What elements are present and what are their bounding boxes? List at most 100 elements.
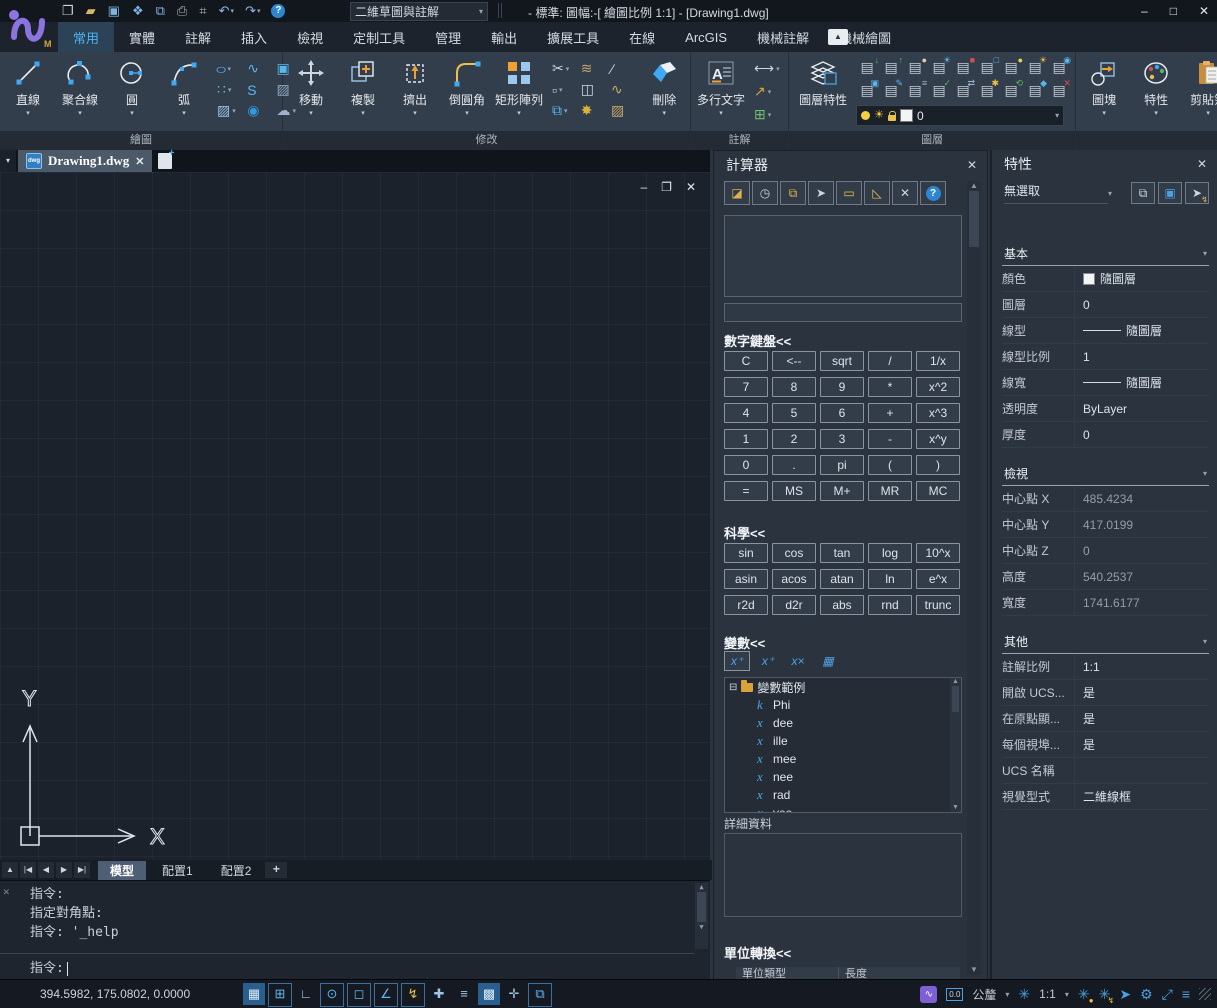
copy-button[interactable]: 複製 ▾	[338, 54, 388, 117]
workspace-dropdown[interactable]: 二維草圖與註解 ▾	[350, 2, 488, 21]
print-icon[interactable]: ⎙	[177, 0, 188, 22]
ribbon-tab[interactable]: 擴展工具	[532, 22, 614, 52]
calculator-function-key[interactable]: acos	[772, 569, 816, 589]
variables-section-header[interactable]: 變數<<	[724, 633, 765, 652]
calculator-key[interactable]: 7	[724, 377, 768, 397]
layer-delete-icon[interactable]: ▤ ✕	[1048, 80, 1070, 101]
rectangular-array-button[interactable]: 矩形陣列 ▾	[494, 54, 544, 117]
numpad-section-header[interactable]: 數字鍵盤<<	[724, 331, 791, 350]
scrollbar-thumb[interactable]	[969, 191, 979, 247]
calculator-key[interactable]: x^y	[916, 429, 960, 449]
edit-polyline-icon[interactable]: ∿	[611, 81, 633, 98]
calculator-function-key[interactable]: ln	[868, 569, 912, 589]
osnap-tracking-icon[interactable]: ∠	[374, 983, 398, 1007]
layout-tab[interactable]: 配置2	[209, 861, 264, 880]
multiple-points-icon[interactable]: ∷ ▾	[217, 81, 239, 98]
help-icon[interactable]: ?	[920, 181, 946, 205]
calculator-key[interactable]: =	[724, 481, 768, 501]
calculator-function-key[interactable]: r2d	[724, 595, 768, 615]
calculator-key[interactable]: /	[868, 351, 912, 371]
grid-icon[interactable]: ⊞	[268, 983, 292, 1007]
status-menu-icon[interactable]: ≡	[1182, 986, 1190, 1002]
layout-nav-button[interactable]: |◀	[20, 862, 36, 878]
new-variable-icon[interactable]: x⁺	[724, 651, 750, 671]
properties-button[interactable]: 特性 ▾	[1131, 54, 1181, 117]
hatch-icon[interactable]: ▨ ▾	[217, 102, 239, 119]
ribbon-tab[interactable]: 插入	[226, 22, 282, 52]
section-header-misc[interactable]: 其他 ▾	[1002, 630, 1209, 654]
calculator-key[interactable]: C	[724, 351, 768, 371]
calculator-function-key[interactable]: tan	[820, 543, 864, 563]
layer-freeze-icon[interactable]: ▤ ☀	[928, 57, 950, 78]
table-icon[interactable]: ⊞ ▾	[754, 106, 783, 123]
close-icon[interactable]: ✕	[1197, 157, 1207, 171]
open-folder-icon[interactable]: ▰	[86, 0, 97, 22]
ribbon-tab[interactable]: 常用	[58, 22, 114, 52]
annotation-visibility-icon[interactable]: ✳●	[1078, 986, 1090, 1003]
rad[interactable]: x rad	[725, 786, 961, 804]
ribbon-tab[interactable]: 定制工具	[338, 22, 420, 52]
calculator-function-key[interactable]: abs	[820, 595, 864, 615]
polar-tracking-icon[interactable]: ⊙	[320, 983, 344, 1007]
dee[interactable]: x dee	[725, 714, 961, 732]
close-icon[interactable]: ✕	[135, 155, 144, 168]
arc-button[interactable]: 弧 ▾	[159, 54, 209, 117]
calculator-function-key[interactable]: d2r	[772, 595, 816, 615]
calculator-key[interactable]: 1/x	[916, 351, 960, 371]
scroll-down-icon[interactable]: ▼	[950, 804, 961, 811]
calculator-function-key[interactable]: e^x	[916, 569, 960, 589]
spline-icon[interactable]: S	[247, 81, 268, 98]
dynamic-input-icon[interactable]: ↯	[401, 983, 425, 1007]
ribbon-tab[interactable]: 機械註解	[742, 22, 824, 52]
tree-collapse-icon[interactable]: ⊟	[729, 682, 737, 693]
clear-icon[interactable]: ◪	[724, 181, 750, 205]
calculator-key[interactable]: MR	[868, 481, 912, 501]
mee[interactable]: x mee	[725, 750, 961, 768]
scroll-down-icon[interactable]: ▼	[699, 923, 703, 931]
calculator-input-field[interactable]	[724, 303, 962, 322]
ribbon-tab[interactable]: ArcGIS	[670, 22, 742, 52]
command-scrollbar[interactable]: ▲ ▼	[695, 883, 708, 949]
scrollbar-thumb[interactable]	[952, 686, 959, 712]
leader-icon[interactable]: ↗ ▾	[754, 83, 783, 100]
annotation-scale-label[interactable]: 1:1	[1039, 987, 1056, 1001]
offset-icon[interactable]: ≋	[581, 60, 603, 77]
layer-match-icon[interactable]: ▤ ▣	[856, 80, 878, 101]
chevron-down-icon[interactable]: ▾	[1005, 990, 1009, 999]
layer-copy-icon[interactable]: ▤ ⇄	[952, 80, 974, 101]
copy-nested-icon[interactable]: ⧉ ▾	[552, 102, 573, 119]
intersection-icon[interactable]: ✕	[892, 181, 918, 205]
layout-tab[interactable]: 配置1	[150, 861, 205, 880]
calculator-key[interactable]: x^3	[916, 403, 960, 423]
layer-isolate-icon[interactable]: ▤ ↓	[856, 57, 878, 78]
fullscreen-icon[interactable]: ⤢	[1162, 986, 1173, 1003]
new-drawing-button[interactable]: +	[158, 153, 172, 169]
lineweight-icon[interactable]: ✚	[428, 983, 450, 1005]
new-layout-button[interactable]: +	[265, 862, 287, 878]
ribbon-tab[interactable]: 實體	[114, 22, 170, 52]
settings-gear-icon[interactable]: ⚙	[1140, 986, 1153, 1003]
ribbon-tab[interactable]: 註解	[170, 22, 226, 52]
calculator-key[interactable]: pi	[820, 455, 864, 475]
calculator-key[interactable]: .	[772, 455, 816, 475]
drawing-units-icon[interactable]: 0.0	[946, 988, 963, 1001]
delete-variable-icon[interactable]: x×	[786, 652, 810, 670]
calculator-key[interactable]: 9	[820, 377, 864, 397]
ortho-icon[interactable]: ∟	[295, 983, 317, 1005]
calculator-key[interactable]: <--	[772, 351, 816, 371]
move-button[interactable]: 移動 ▾	[286, 54, 336, 117]
chevron-down-icon[interactable]: ▾	[1065, 990, 1069, 999]
Phi[interactable]: k Phi	[725, 696, 961, 714]
help-icon[interactable]: ?	[271, 4, 286, 18]
layer-unlock-icon[interactable]: ▤ □	[976, 57, 998, 78]
stretch-button[interactable]: 擠出 ▾	[390, 54, 440, 117]
save-as-icon[interactable]: ❖	[132, 0, 145, 22]
ribbon-tab[interactable]: 檢視	[282, 22, 338, 52]
layer-explode-icon[interactable]: ▤ ✱	[976, 80, 998, 101]
calculator-variable-icon[interactable]: ▦	[816, 652, 840, 670]
calculator-key[interactable]: *	[868, 377, 912, 397]
object-snap-icon[interactable]: ◻	[347, 983, 371, 1007]
layer-thaw-all-icon[interactable]: ▤ ☀	[1024, 57, 1046, 78]
calculator-key[interactable]: -	[868, 429, 912, 449]
calculator-key[interactable]: 1	[724, 429, 768, 449]
